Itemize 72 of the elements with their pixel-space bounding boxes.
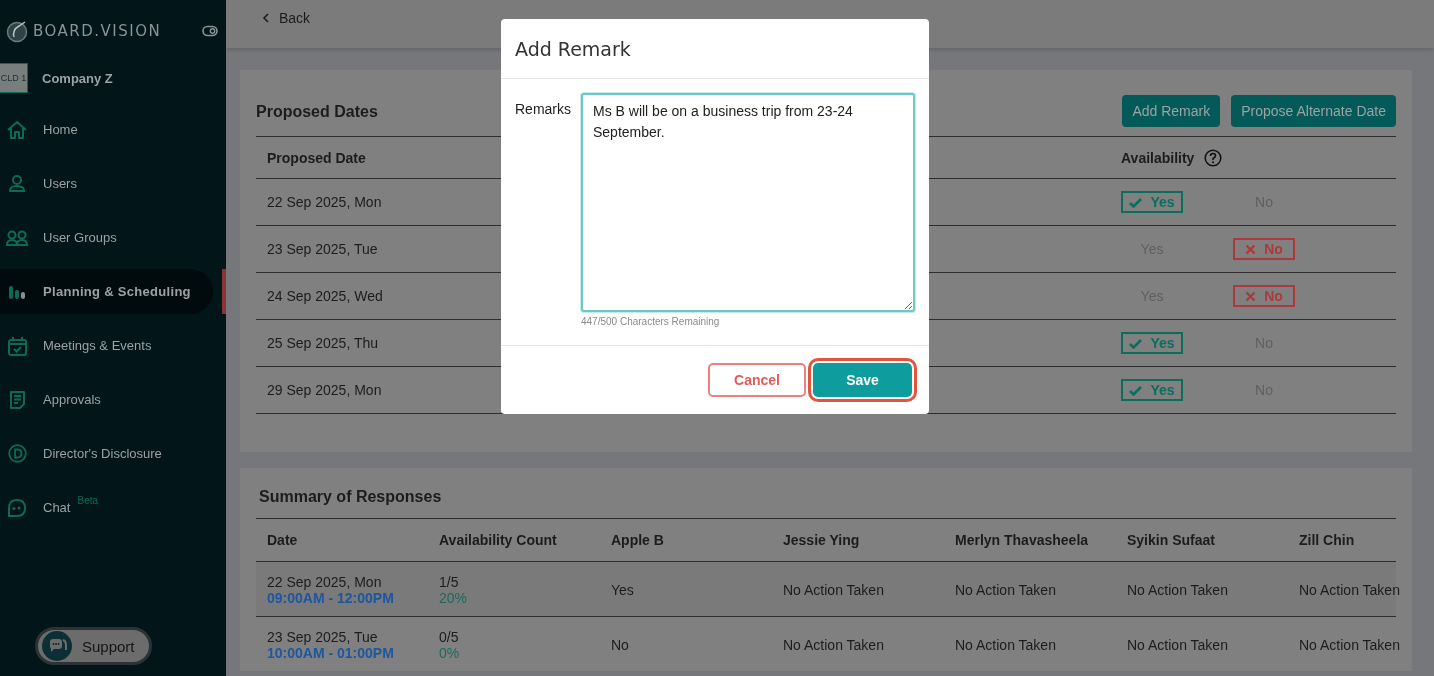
document-icon (8, 389, 26, 410)
toggle-icon (202, 25, 218, 37)
sidebar-item[interactable]: Director's Disclosure (0, 431, 213, 476)
logo-icon (6, 19, 28, 43)
column-header: Proposed Date (266, 149, 367, 166)
time-range: 10:00AM - 01:00PM (267, 645, 395, 661)
table-cell-text: No Action Taken (783, 637, 885, 653)
sidebar-item[interactable]: User Groups (0, 215, 213, 260)
field-label: Remarks (515, 100, 572, 119)
toolbar-button[interactable]: Propose Alternate Date (1231, 95, 1396, 127)
company-avatar: CLD 1 (0, 63, 28, 93)
sidebar-item[interactable]: Meetings & Events (0, 323, 213, 368)
percent-text: 20% (439, 590, 469, 606)
percent-text: 0% (439, 645, 461, 661)
date-cell-text: 23 Sep 2025, Tue (266, 241, 379, 257)
count-text: 1/5 (439, 574, 460, 590)
chevron-left-icon (262, 13, 270, 23)
sidebar-item[interactable]: Planning & Scheduling (0, 269, 213, 314)
help-icon (1204, 148, 1223, 167)
date-cell-text: 24 Sep 2025, Wed (266, 288, 384, 304)
remarks-field[interactable]: Ms B will be on a business trip from 23-24 September. (581, 93, 915, 312)
check-icon (1129, 337, 1143, 349)
table-cell-text: No Action Taken (1127, 637, 1229, 653)
toolbar-button[interactable]: Add Remark (1122, 95, 1221, 127)
calendar-icon (7, 335, 27, 356)
table-cell-text: No Action Taken (955, 637, 1057, 653)
time-range: 09:00AM - 12:00PM (267, 590, 395, 606)
back-link[interactable]: Back (262, 10, 311, 26)
table-cell-text: No (611, 637, 630, 653)
chat-bubbles-icon (42, 631, 72, 661)
company-name: Company Z (42, 70, 113, 86)
column-header: Availability (1121, 149, 1195, 166)
circled-d-icon (7, 444, 27, 463)
column-header: Zill Chin (1298, 532, 1356, 548)
column-header: Merlyn Thavasheela (954, 532, 1090, 548)
column-header: Date (266, 532, 299, 548)
date-cell-text: 22 Sep 2025, Mon (266, 194, 383, 210)
sidebar-item[interactable]: Users (0, 161, 213, 206)
bar-chart-icon (8, 283, 26, 300)
cross-icon (1245, 290, 1257, 302)
table-cell-text: Yes (611, 582, 635, 598)
cross-icon (1245, 243, 1257, 255)
support-button[interactable]: Support (35, 627, 152, 665)
column-header: Apple B (610, 532, 665, 548)
section-title: Summary of Responses (259, 487, 443, 506)
count-text: 0/5 (439, 629, 460, 645)
table-cell: No Action Taken (1299, 582, 1400, 598)
cancel-button[interactable]: Cancel (708, 363, 806, 397)
check-icon (1129, 384, 1143, 396)
character-counter: 447/500 Characters Remaining (581, 316, 721, 327)
table-cell-text: No Action Taken (783, 582, 885, 598)
column-header: Syikin Sufaat (1126, 532, 1216, 548)
dialog-title: Add Remark (515, 37, 631, 60)
sidebar-item[interactable]: Home (0, 107, 213, 152)
section-title: Proposed Dates (256, 102, 378, 121)
date-cell-text: 29 Sep 2025, Mon (266, 382, 383, 398)
table-cell: No Action Taken (1299, 637, 1400, 653)
date-cell-text: 25 Sep 2025, Thu (266, 335, 380, 351)
table-cell-text: No Action Taken (1127, 582, 1229, 598)
date-text: 22 Sep 2025, Mon (267, 574, 383, 590)
date-text: 23 Sep 2025, Tue (267, 629, 379, 645)
sidebar-item[interactable]: Approvals (0, 377, 213, 422)
home-icon (6, 119, 28, 140)
sidebar-item[interactable]: Chat Beta (0, 485, 213, 530)
column-header: Availability Count (438, 532, 558, 548)
check-icon (1129, 196, 1143, 208)
people-icon (6, 229, 28, 246)
table-cell-text: No Action Taken (955, 582, 1057, 598)
speech-bubble-icon (7, 497, 27, 518)
person-icon (8, 174, 26, 193)
column-header: Jessie Ying (782, 532, 861, 548)
logo-text: BOARD.VISION (33, 22, 163, 40)
